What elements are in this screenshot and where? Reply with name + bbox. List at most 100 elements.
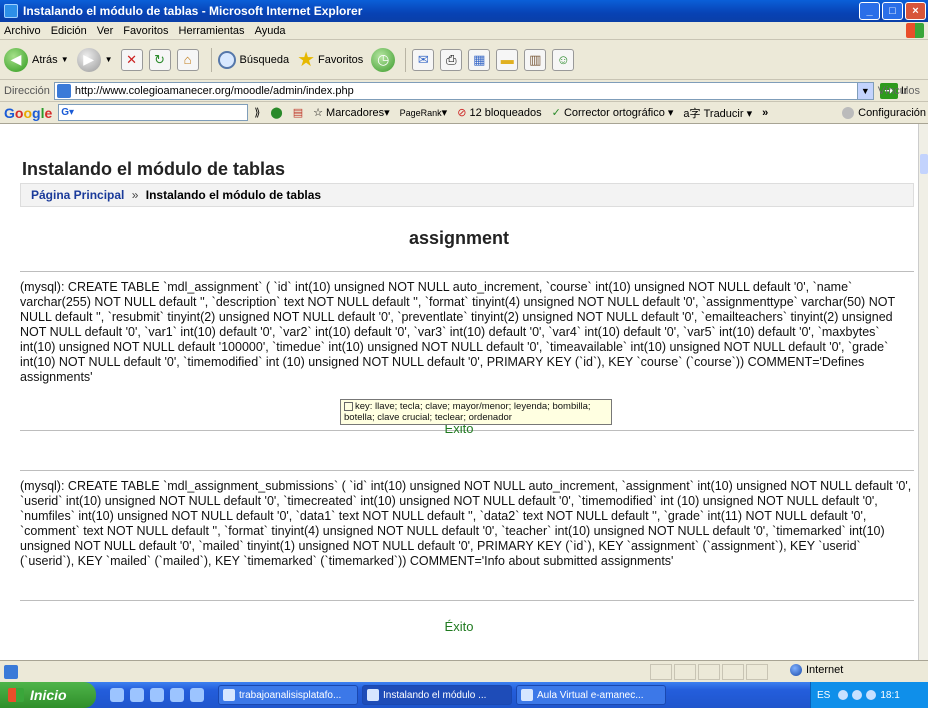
taskbar: Inicio trabajoanalisisplatafo... Instala… — [0, 682, 928, 708]
status-panels — [650, 664, 768, 680]
windows-flag-icon — [906, 23, 924, 38]
popup-blocker[interactable]: ⊘ 12 bloqueados — [457, 106, 541, 119]
status-panel — [650, 664, 672, 680]
messenger-icon[interactable]: ☺ — [552, 48, 575, 71]
more-chevron[interactable]: » — [762, 107, 768, 119]
refresh-icon[interactable]: ↻ — [148, 48, 171, 71]
zone-label: Internet — [806, 664, 844, 676]
quicklaunch-messenger-icon[interactable] — [150, 688, 164, 702]
address-input[interactable]: http://www.colegioamanecer.org/moodle/ad… — [53, 81, 874, 100]
search-button[interactable]: Búsqueda — [217, 50, 289, 69]
translate-icon: a字 — [683, 107, 701, 120]
favorites-star-icon: ★ — [297, 49, 316, 71]
breadcrumb: Página Principal » Instalando el módulo … — [20, 183, 914, 207]
breadcrumb-current: Instalando el módulo de tablas — [145, 188, 322, 202]
address-bar: Dirección http://www.colegioamanecer.org… — [0, 80, 928, 102]
internet-globe-icon — [790, 664, 802, 676]
close-button[interactable]: × — [905, 2, 926, 20]
window-controls: _ □ × — [859, 2, 926, 20]
page-status-icon — [4, 664, 18, 679]
clock[interactable]: 18:1 — [880, 690, 899, 701]
tray-volume-icon[interactable] — [852, 690, 863, 700]
home-icon[interactable]: ⌂ — [176, 48, 199, 71]
edit-icon[interactable]: ▦ — [468, 48, 491, 71]
popup-blocked-label: 12 bloqueados — [469, 107, 542, 119]
menu-archivo[interactable]: Archivo — [4, 25, 41, 37]
stop-icon[interactable]: ✕ — [120, 48, 143, 71]
google-pagerank-icon[interactable]: ⬤ — [270, 106, 282, 119]
spellcheck-menu[interactable]: ✓ Corrector ortográfico ▾ — [552, 106, 674, 119]
menu-edicion[interactable]: Edición — [51, 25, 87, 37]
translate-menu[interactable]: a字 Traducir ▾ — [683, 105, 752, 121]
language-indicator[interactable]: ES — [817, 690, 830, 701]
tooltip-text: key: llave; tecla; clave; mayor/menor; l… — [344, 401, 591, 423]
back-dropdown-icon[interactable]: ▼ — [61, 55, 69, 64]
window-titlebar[interactable]: Instalando el módulo de tablas - Microso… — [0, 0, 928, 22]
back-button[interactable]: ◀ Atrás ▼ — [4, 47, 69, 72]
spellcheck-label: Corrector ortográfico — [563, 107, 665, 119]
forward-arrow-icon: ▶ — [76, 47, 101, 72]
forward-dropdown-icon[interactable]: ▼ — [105, 55, 113, 64]
back-arrow-icon: ◀ — [4, 47, 28, 72]
menu-ayuda[interactable]: Ayuda — [255, 25, 286, 37]
result-success-2: Éxito — [444, 619, 474, 634]
status-panel — [674, 664, 696, 680]
divider — [20, 470, 914, 471]
menu-herramientas[interactable]: Herramientas — [179, 25, 245, 37]
mail-icon[interactable]: ✉ — [412, 48, 435, 71]
print-icon[interactable]: ⎙ — [440, 48, 463, 71]
system-tray: ES 18:1 — [810, 682, 928, 708]
status-panel — [698, 664, 720, 680]
address-dropdown-icon[interactable]: ▼ — [856, 82, 873, 99]
quicklaunch-ie-icon[interactable] — [110, 688, 124, 702]
favorites-button[interactable]: ★ Favoritos — [297, 47, 363, 72]
bookmarks-menu[interactable]: ☆ Marcadores▾ — [313, 106, 390, 119]
google-search-go-icon[interactable]: ⟫ — [254, 106, 260, 119]
settings-button[interactable]: Configuración — [842, 106, 926, 119]
forward-button[interactable]: ▶ ▼ — [76, 47, 113, 72]
quick-launch — [110, 688, 204, 702]
quicklaunch-media-icon[interactable] — [130, 688, 144, 702]
status-bar: Internet — [0, 660, 928, 682]
quicklaunch-browser-icon[interactable] — [190, 688, 204, 702]
folder-icon[interactable]: ▬ — [496, 48, 519, 71]
translation-tooltip: key: llave; tecla; clave; mayor/menor; l… — [340, 399, 612, 425]
scrollbar-thumb[interactable] — [920, 154, 928, 174]
tray-network-icon[interactable] — [866, 690, 877, 700]
divider — [20, 600, 914, 601]
settings-label: Configuración — [858, 106, 926, 119]
menu-ver[interactable]: Ver — [97, 25, 114, 37]
vertical-scrollbar[interactable] — [918, 124, 928, 660]
window-title: Instalando el módulo de tablas - Microso… — [23, 4, 363, 18]
google-search-input[interactable]: G▾ — [58, 104, 249, 121]
tray-arrow-icon[interactable] — [838, 690, 849, 700]
google-news-icon[interactable]: ▤ — [293, 106, 303, 119]
address-label: Dirección — [4, 84, 50, 97]
menu-favoritos[interactable]: Favoritos — [123, 25, 168, 37]
popup-blocked-icon: ⊘ — [457, 107, 467, 119]
breadcrumb-home-link[interactable]: Página Principal — [31, 188, 124, 202]
sql-statement-submissions: (mysql): CREATE TABLE `mdl_assignment_su… — [20, 479, 912, 568]
ie-icon — [521, 689, 533, 701]
pagerank-label: PageRank — [399, 108, 442, 118]
google-logo[interactable]: Google — [4, 105, 52, 121]
start-button[interactable]: Inicio — [0, 682, 96, 708]
quicklaunch-desktop-icon[interactable] — [170, 688, 184, 702]
word-doc-icon — [223, 689, 235, 701]
search-icon — [217, 50, 236, 69]
research-icon[interactable]: ▥ — [524, 48, 547, 71]
windows-logo-icon — [8, 688, 24, 702]
maximize-button[interactable]: □ — [882, 2, 903, 20]
status-panel — [722, 664, 744, 680]
dictionary-icon — [344, 401, 353, 411]
toolbar-divider — [210, 47, 212, 72]
taskbar-item-ie[interactable]: Aula Virtual e-amanec... — [516, 685, 666, 705]
google-toolbar: Google G▾ ⟫ ⬤ ▤ ☆ Marcadores▾ PageRank▾ … — [0, 102, 928, 124]
history-icon[interactable]: ◷ — [371, 47, 396, 72]
taskbar-item-ie-active[interactable]: Instalando el módulo ... — [362, 685, 512, 705]
spellcheck-icon: ✓ — [551, 107, 561, 119]
taskbar-item-word[interactable]: trabajoanalisisplatafo... — [218, 685, 358, 705]
pagerank-menu[interactable]: PageRank▾ — [400, 106, 448, 119]
minimize-button[interactable]: _ — [859, 2, 880, 20]
links-button[interactable]: Vínculos — [878, 85, 920, 97]
